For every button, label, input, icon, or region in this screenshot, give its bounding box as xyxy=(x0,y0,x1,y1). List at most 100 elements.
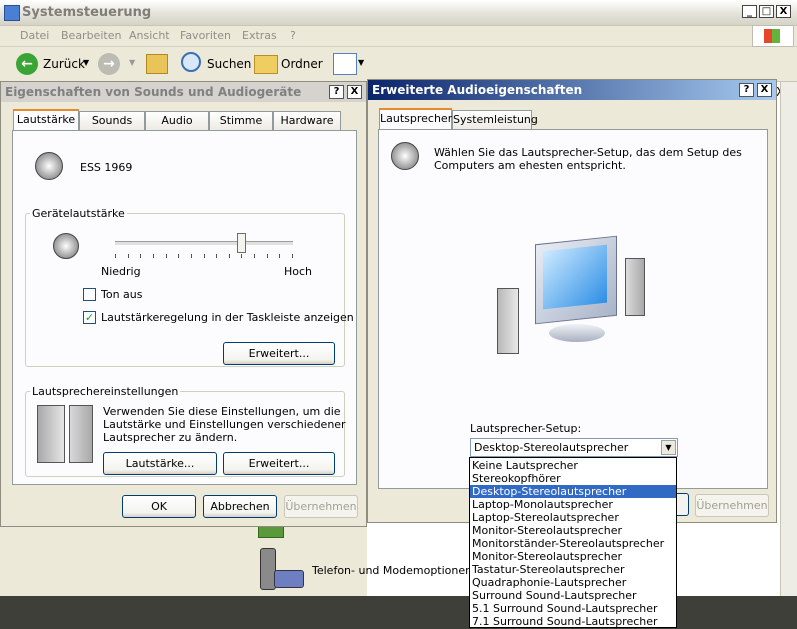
sound-properties-dialog: Eigenschaften von Sounds und Audiogeräte… xyxy=(0,81,367,527)
advanced-dialog-title: Erweiterte Audioeigenschaften xyxy=(372,83,583,97)
slider-tick xyxy=(128,254,129,258)
back-button-label[interactable]: Zurück xyxy=(43,57,85,71)
dropdown-arrow-icon[interactable]: ▼ xyxy=(83,58,89,67)
sound-dialog-titlebar[interactable]: Eigenschaften von Sounds und Audiogeräte… xyxy=(1,82,366,102)
speaker-icon xyxy=(35,152,63,180)
slider-tick xyxy=(241,254,242,258)
close-button[interactable]: X xyxy=(776,5,791,18)
taskbar-volume-checkbox[interactable]: ✓ xyxy=(83,311,96,324)
slider-tick xyxy=(267,254,268,258)
setup-option[interactable]: Quadraphonie-Lautsprecher xyxy=(470,576,676,589)
close-button[interactable]: X xyxy=(757,83,772,97)
close-button[interactable]: X xyxy=(347,85,362,99)
tab-lautstaerke[interactable]: Lautstärke xyxy=(13,109,79,131)
dropdown-arrow-icon[interactable]: ▼ xyxy=(358,58,364,67)
volume-high-label: Hoch xyxy=(284,265,313,278)
ok-button[interactable]: OK xyxy=(122,495,196,518)
setup-option[interactable]: Monitor-Stereolautsprecher xyxy=(470,550,676,563)
minimize-button[interactable]: _ xyxy=(742,5,757,18)
speaker-advanced-button[interactable]: Erweitert... xyxy=(223,452,335,475)
maximize-button[interactable]: □ xyxy=(759,5,774,18)
dropdown-arrow-icon[interactable]: ▼ xyxy=(129,58,135,67)
control-panel-icon xyxy=(4,5,20,21)
folder-icon[interactable] xyxy=(254,55,278,74)
speaker-volume-button[interactable]: Lautstärke... xyxy=(103,452,217,475)
speakers-icon xyxy=(35,403,95,473)
phone-modem-label[interactable]: Telefon- und Modemoptionen xyxy=(312,564,472,577)
chevron-down-icon[interactable]: ▼ xyxy=(661,440,676,455)
setup-option[interactable]: Monitorständer-Stereolautsprecher xyxy=(470,537,676,550)
apply-button[interactable]: Übernehmen xyxy=(695,494,769,517)
cancel-button[interactable]: Abbrechen xyxy=(203,495,277,518)
volume-ticks xyxy=(115,254,293,258)
views-icon[interactable] xyxy=(333,53,357,75)
vertical-scrollbar[interactable] xyxy=(780,82,797,596)
speaker-text-line-3: Lautsprecher zu ändern. xyxy=(103,431,238,444)
slider-tick xyxy=(216,254,217,258)
slider-tick xyxy=(178,254,179,258)
slider-tick xyxy=(229,254,230,258)
tab-sounds[interactable]: Sounds xyxy=(79,111,145,130)
intro-text-line-2: Computers am ehesten entspricht. xyxy=(434,159,626,172)
setup-option[interactable]: Tastatur-Stereolautsprecher xyxy=(470,563,676,576)
left-speaker-icon xyxy=(37,405,65,463)
dropdown-selected-value: Desktop-Stereolautsprecher xyxy=(474,441,629,454)
tab-lautsprecher[interactable]: Lautsprecher xyxy=(379,108,452,130)
device-name: ESS 1969 xyxy=(80,161,133,174)
tab-systemleistung[interactable]: Systemleistung xyxy=(452,110,538,129)
windows-flag-icon xyxy=(764,29,780,43)
volume-slider-track xyxy=(115,241,293,246)
setup-option[interactable]: Desktop-Stereolautsprecher xyxy=(470,485,676,498)
volume-slider-thumb[interactable] xyxy=(237,233,246,253)
menu-ansicht[interactable]: Ansicht xyxy=(129,29,170,42)
slider-tick xyxy=(279,254,280,258)
setup-option[interactable]: Laptop-Monolautsprecher xyxy=(470,498,676,511)
mute-label: Ton aus xyxy=(101,288,143,301)
toolbar: ← Zurück ▼ → ▼ Suchen Ordner ▼ xyxy=(0,47,797,82)
menu-extras[interactable]: Extras xyxy=(242,29,277,42)
up-folder-icon[interactable] xyxy=(146,54,168,74)
help-button[interactable]: ? xyxy=(739,83,754,97)
slider-tick xyxy=(153,254,154,258)
speaker-settings-group-label: Lautsprechereinstellungen xyxy=(30,385,181,398)
setup-label: Lautsprecher-Setup: xyxy=(470,422,582,435)
back-arrow-icon[interactable]: ← xyxy=(16,53,38,75)
folders-button-label[interactable]: Ordner xyxy=(281,57,323,71)
slider-tick xyxy=(140,254,141,258)
menu-datei[interactable]: Datei xyxy=(20,29,49,42)
mute-checkbox[interactable] xyxy=(83,288,96,301)
help-button[interactable]: ? xyxy=(329,85,344,99)
advanced-volume-button[interactable]: Erweitert... xyxy=(223,342,335,365)
tab-hardware[interactable]: Hardware xyxy=(273,111,341,130)
tab-audio[interactable]: Audio xyxy=(145,111,209,130)
menu-favoriten[interactable]: Favoriten xyxy=(180,29,231,42)
volume-tab-pane: ESS 1969 Gerätelautstärke Niedrig Hoch T… xyxy=(12,130,357,485)
setup-option[interactable]: 7.1 Surround Sound-Lautsprecher xyxy=(470,615,676,628)
tab-stimme[interactable]: Stimme xyxy=(209,111,273,130)
explorer-titlebar[interactable]: Systemsteuerung _ □ X xyxy=(0,0,797,26)
slider-tick xyxy=(191,254,192,258)
search-icon[interactable] xyxy=(181,52,201,72)
forward-arrow-icon[interactable]: → xyxy=(98,53,120,75)
advanced-dialog-titlebar[interactable]: Erweiterte Audioeigenschaften ? X xyxy=(368,80,776,100)
sound-dialog-title: Eigenschaften von Sounds und Audiogeräte xyxy=(5,85,302,99)
speaker-icon xyxy=(391,142,419,170)
speaker-setup-list[interactable]: Keine Lautsprecher Stereokopfhörer Desktop… xyxy=(469,457,677,628)
setup-option[interactable]: Surround Sound-Lautsprecher xyxy=(470,589,676,602)
setup-option[interactable]: 5.1 Surround Sound-Lautsprecher xyxy=(470,602,676,615)
phone-modem-icon[interactable] xyxy=(258,548,304,592)
search-button-label[interactable]: Suchen xyxy=(207,57,251,71)
speaker-text-line-1: Verwenden Sie diese Einstellungen, um di… xyxy=(103,405,341,418)
setup-option[interactable]: Keine Lautsprecher xyxy=(470,459,676,472)
menu-bearbeiten[interactable]: Bearbeiten xyxy=(61,29,121,42)
device-volume-group-label: Gerätelautstärke xyxy=(30,207,127,220)
apply-button[interactable]: Übernehmen xyxy=(284,495,358,518)
explorer-title: Systemsteuerung xyxy=(22,5,152,20)
setup-option[interactable]: Monitor-Stereolautsprecher xyxy=(470,524,676,537)
menu-help[interactable]: ? xyxy=(290,29,296,42)
speaker-setup-dropdown[interactable]: Desktop-Stereolautsprecher ▼ xyxy=(470,438,678,457)
volume-slider[interactable] xyxy=(115,233,293,259)
setup-option[interactable]: Laptop-Stereolautsprecher xyxy=(470,511,676,524)
setup-option[interactable]: Stereokopfhörer xyxy=(470,472,676,485)
intro-text-line-1: Wählen Sie das Lautsprecher-Setup, das d… xyxy=(434,146,742,159)
